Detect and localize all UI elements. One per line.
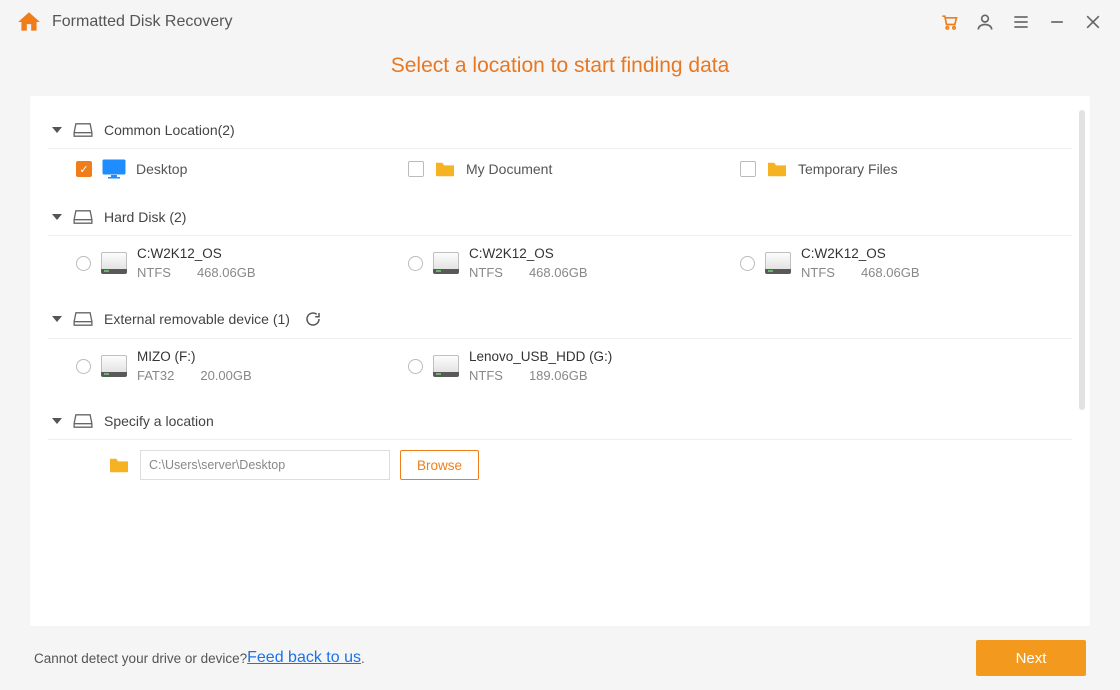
folder-icon [434,160,456,178]
radio[interactable] [408,359,423,374]
chevron-down-icon [52,316,62,322]
drive-name: MIZO (F:) [137,349,252,364]
drive-size: 189.06GB [529,368,588,383]
browse-button[interactable]: Browse [400,450,479,480]
location-item-desktop[interactable]: ✓ Desktop [76,159,408,179]
drive-name: C:W2K12_OS [801,246,920,261]
checkbox[interactable] [740,161,756,177]
feedback-link[interactable]: Feed back to us [247,649,361,667]
divider [48,439,1072,440]
drive-fs: NTFS [801,265,835,280]
section-title: External removable device (1) [104,311,290,327]
footer: Cannot detect your drive or device? Feed… [0,626,1120,690]
drive-fs: NTFS [469,265,503,280]
divider [48,148,1072,149]
chevron-down-icon [52,418,62,424]
drive-name: C:W2K12_OS [469,246,588,261]
location-item-mydoc[interactable]: My Document [408,159,740,179]
titlebar: Formatted Disk Recovery [0,0,1120,44]
drive-size: 468.06GB [197,265,256,280]
footer-period: . [361,651,365,666]
drive-item[interactable]: C:W2K12_OS NTFS 468.06GB [76,246,408,280]
section-title: Specify a location [104,413,214,429]
minimize-icon[interactable] [1046,11,1068,33]
next-button[interactable]: Next [976,640,1086,676]
drive-fs: NTFS [469,368,503,383]
scrollbar[interactable] [1077,110,1085,612]
refresh-icon[interactable] [304,310,322,328]
checkbox[interactable] [408,161,424,177]
section-title: Common Location(2) [104,122,235,138]
drive-icon [101,252,127,274]
drive-size: 20.00GB [200,368,251,383]
section-header-external[interactable]: External removable device (1) [48,302,1072,336]
user-icon[interactable] [974,11,996,33]
divider [48,235,1072,236]
location-label: My Document [466,161,552,177]
cart-icon[interactable] [938,11,960,33]
section-header-common[interactable]: Common Location(2) [48,114,1072,146]
drive-item[interactable]: MIZO (F:) FAT32 20.00GB [76,349,408,383]
app-title: Formatted Disk Recovery [52,13,233,31]
disk-icon [72,209,94,225]
drive-icon [433,355,459,377]
radio[interactable] [408,256,423,271]
drive-size: 468.06GB [861,265,920,280]
divider [48,338,1072,339]
footer-prompt: Cannot detect your drive or device? [34,651,247,666]
path-input[interactable] [140,450,390,480]
section-title: Hard Disk (2) [104,209,186,225]
drive-fs: NTFS [137,265,171,280]
disk-icon [72,122,94,138]
page-heading: Select a location to start finding data [0,54,1120,78]
section-header-harddisk[interactable]: Hard Disk (2) [48,201,1072,233]
drive-fs: FAT32 [137,368,174,383]
location-label: Desktop [136,161,187,177]
drive-icon [765,252,791,274]
radio[interactable] [76,359,91,374]
home-icon[interactable] [16,9,42,35]
drive-icon [101,355,127,377]
radio[interactable] [76,256,91,271]
drive-size: 468.06GB [529,265,588,280]
scrollthumb[interactable] [1079,110,1085,410]
disk-icon [72,311,94,327]
chevron-down-icon [52,127,62,133]
disk-icon [72,413,94,429]
drive-name: Lenovo_USB_HDD (G:) [469,349,612,364]
folder-icon [766,160,788,178]
desktop-icon [102,159,126,179]
radio[interactable] [740,256,755,271]
drive-item[interactable]: Lenovo_USB_HDD (G:) NTFS 189.06GB [408,349,740,383]
location-label: Temporary Files [798,161,898,177]
drive-item[interactable]: C:W2K12_OS NTFS 468.06GB [408,246,740,280]
drive-icon [433,252,459,274]
close-icon[interactable] [1082,11,1104,33]
folder-icon [108,456,130,474]
drive-item[interactable]: C:W2K12_OS NTFS 468.06GB [740,246,1072,280]
checkbox-checked[interactable]: ✓ [76,161,92,177]
section-header-specify[interactable]: Specify a location [48,405,1072,437]
main-panel: Common Location(2) ✓ Desktop My Document [30,96,1090,626]
menu-icon[interactable] [1010,11,1032,33]
location-item-temp[interactable]: Temporary Files [740,159,1072,179]
chevron-down-icon [52,214,62,220]
drive-name: C:W2K12_OS [137,246,256,261]
